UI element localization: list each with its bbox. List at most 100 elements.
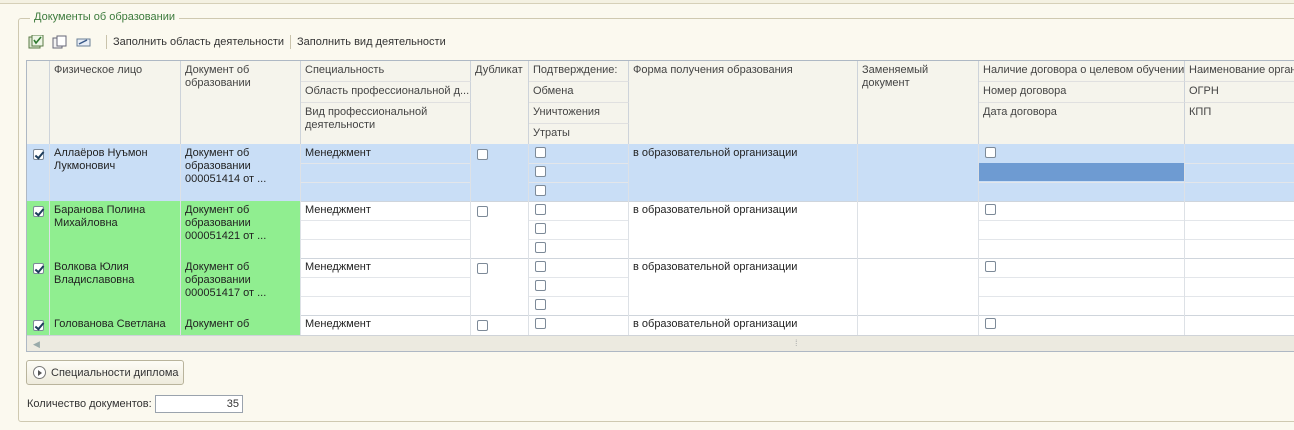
person-cell[interactable]: Волкова Юлия Владиславовна [50, 258, 181, 315]
header-form[interactable]: Форма получения образования [629, 61, 858, 144]
target-checkbox[interactable] [985, 318, 996, 329]
row-divider [529, 163, 628, 164]
header-exchange[interactable]: Обмена [529, 82, 629, 103]
target-cell [979, 144, 1185, 201]
document-cell[interactable]: Документ об образовании 000051414 от ... [181, 144, 301, 201]
row-check-cell [27, 258, 50, 315]
row-divider [301, 277, 470, 278]
duplicate-checkbox[interactable] [477, 320, 488, 331]
table-header: Физическое лицо Документ об образовании … [27, 61, 1294, 145]
row-divider [1185, 277, 1294, 278]
org-cell[interactable] [1185, 258, 1294, 315]
header-check [27, 61, 50, 144]
row-divider [1185, 220, 1294, 221]
row-divider [529, 182, 628, 183]
horizontal-scrollbar[interactable]: ◀ ⁞ [27, 335, 1294, 351]
table-row[interactable]: Волкова Юлия Владиславовна Документ об о… [27, 258, 1294, 316]
row-checkbox[interactable] [33, 320, 44, 331]
row-divider [301, 163, 470, 164]
replaced-cell[interactable] [858, 144, 979, 201]
replaced-cell[interactable] [858, 258, 979, 315]
row-checkbox[interactable] [33, 149, 44, 160]
loss-checkbox[interactable] [535, 185, 546, 196]
form-cell[interactable]: в образовательной организации [629, 144, 858, 201]
duplicate-checkbox[interactable] [477, 263, 488, 274]
exchange-checkbox[interactable] [535, 318, 546, 329]
exchange-checkbox[interactable] [535, 147, 546, 158]
destroy-checkbox[interactable] [535, 166, 546, 177]
header-confirm[interactable]: Подтверждение: [529, 61, 629, 82]
duplicate-checkbox[interactable] [477, 149, 488, 160]
header-prof-area[interactable]: Область профессиональной д... [301, 82, 471, 103]
header-prof-kind[interactable]: Вид профессиональной деятельности [301, 103, 471, 144]
row-divider [529, 220, 628, 221]
header-document[interactable]: Документ об образовании [181, 61, 301, 144]
header-contract-no[interactable]: Номер договора [979, 82, 1185, 103]
loss-checkbox[interactable] [535, 242, 546, 253]
header-kpp[interactable]: КПП [1185, 103, 1294, 144]
row-divider [979, 239, 1184, 240]
duplicate-cell [471, 258, 529, 315]
duplicate-cell [471, 201, 529, 258]
exchange-checkbox[interactable] [535, 261, 546, 272]
header-person[interactable]: Физическое лицо [50, 61, 181, 144]
edit-icon[interactable] [76, 35, 92, 49]
person-cell[interactable]: Баранова Полина Михайловна [50, 201, 181, 258]
documents-table: Физическое лицо Документ об образовании … [26, 60, 1294, 352]
row-checkbox[interactable] [33, 263, 44, 274]
document-cell[interactable]: Документ об образовании 000051417 от ... [181, 258, 301, 315]
header-duplicate[interactable]: Дубликат [471, 61, 529, 144]
duplicate-checkbox[interactable] [477, 206, 488, 217]
specialty-value: Менеджмент [305, 147, 371, 159]
header-contract-date[interactable]: Дата договора [979, 103, 1185, 144]
fill-area-button[interactable]: Заполнить область деятельности [113, 36, 284, 48]
specialty-cell[interactable]: Менеджмент [301, 258, 471, 315]
person-cell[interactable]: Аллаёров Нуъмон Лукмонович [50, 144, 181, 201]
copy-icon[interactable] [52, 35, 68, 49]
scroll-grip-icon[interactable]: ⁞ [795, 338, 798, 348]
fill-kind-button[interactable]: Заполнить вид деятельности [297, 36, 446, 48]
loss-checkbox[interactable] [535, 299, 546, 310]
row-divider [1185, 239, 1294, 240]
row-divider [301, 182, 470, 183]
destroy-checkbox[interactable] [535, 280, 546, 291]
target-checkbox[interactable] [985, 204, 996, 215]
destroy-checkbox[interactable] [535, 223, 546, 234]
row-checkbox[interactable] [33, 206, 44, 217]
documents-count-field[interactable]: 35 [155, 395, 243, 413]
table-row[interactable]: Аллаёров Нуъмон Лукмонович Документ об о… [27, 144, 1294, 202]
specialty-value: Менеджмент [305, 261, 371, 273]
org-cell[interactable] [1185, 201, 1294, 258]
form-cell[interactable]: в образовательной организации [629, 258, 858, 315]
specialties-button[interactable]: Специальности диплома [26, 360, 184, 385]
exchange-checkbox[interactable] [535, 204, 546, 215]
header-ogrn[interactable]: ОГРН [1185, 82, 1294, 103]
form-cell[interactable]: в образовательной организации [629, 201, 858, 258]
header-replaced[interactable]: Заменяемый документ [858, 61, 979, 144]
toolbar: Заполнить область деятельности Заполнить… [28, 33, 446, 51]
specialty-cell[interactable]: Менеджмент [301, 201, 471, 258]
header-target[interactable]: Наличие договора о целевом обучении [979, 61, 1185, 82]
header-destroy[interactable]: Уничтожения [529, 103, 629, 124]
row-divider [529, 277, 628, 278]
target-checkbox[interactable] [985, 261, 996, 272]
specialties-button-label: Специальности диплома [51, 366, 179, 379]
row-divider [301, 239, 470, 240]
replaced-cell[interactable] [858, 201, 979, 258]
play-circle-icon [33, 366, 46, 379]
specialty-cell[interactable]: Менеджмент [301, 144, 471, 201]
check-list-icon[interactable] [28, 34, 44, 49]
contract-number-field-active[interactable] [979, 163, 1184, 181]
document-cell[interactable]: Документ об образовании 000051421 от ... [181, 201, 301, 258]
header-specialty[interactable]: Специальность [301, 61, 471, 82]
target-checkbox[interactable] [985, 147, 996, 158]
confirm-cell [529, 201, 629, 258]
scroll-left-icon[interactable]: ◀ [33, 339, 40, 350]
org-cell[interactable] [1185, 144, 1294, 201]
header-loss[interactable]: Утраты [529, 124, 629, 144]
header-org-name[interactable]: Наименование орган [1185, 61, 1294, 82]
row-divider [979, 296, 1184, 297]
row-divider [301, 220, 470, 221]
row-divider [979, 220, 1184, 221]
table-row[interactable]: Баранова Полина Михайловна Документ об о… [27, 201, 1294, 259]
